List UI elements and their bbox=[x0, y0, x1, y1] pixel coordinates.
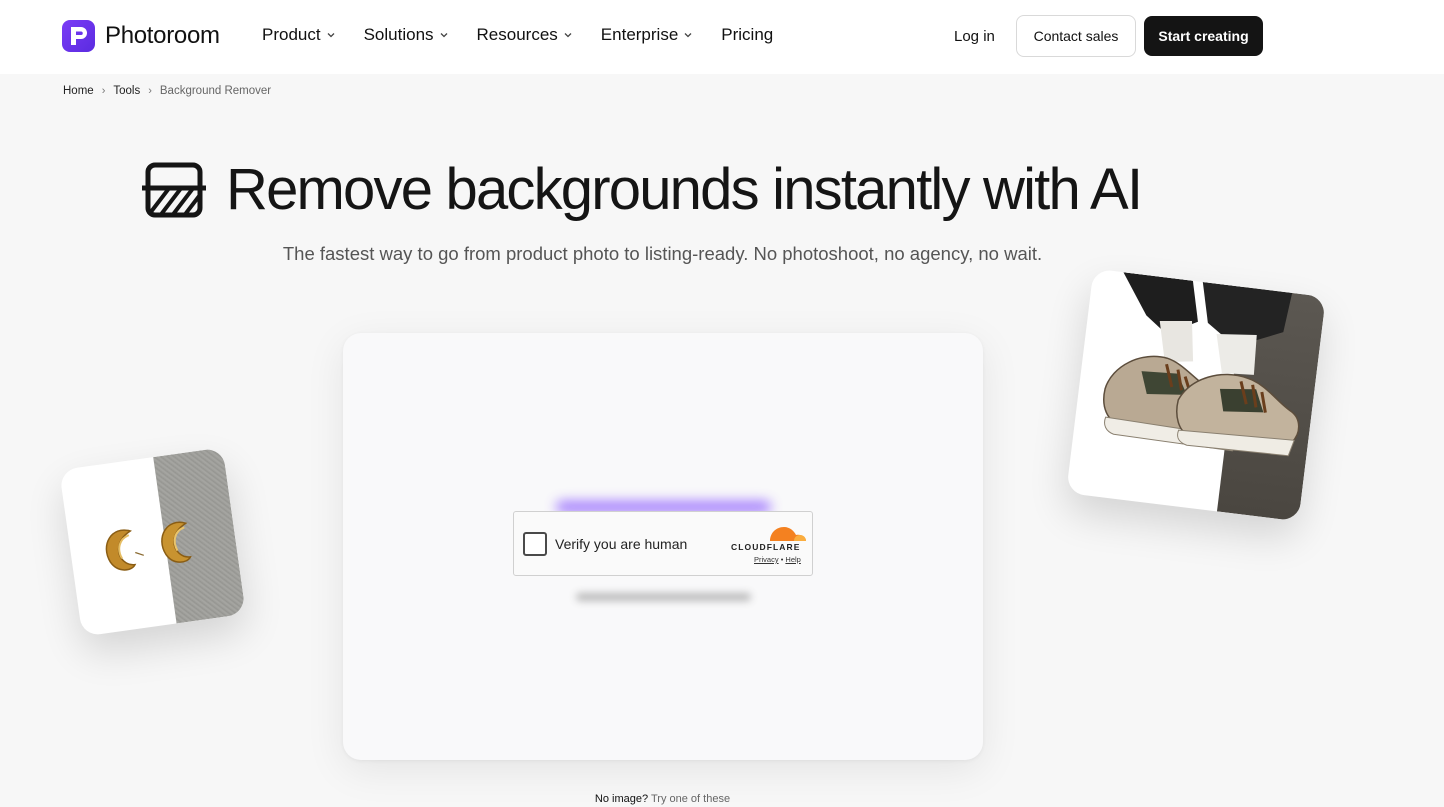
captcha-links: Privacy • Help bbox=[754, 555, 801, 564]
sneakers-image bbox=[1103, 272, 1300, 457]
chevron-right-icon: › bbox=[148, 85, 152, 97]
page-subtitle: The fastest way to go from product photo… bbox=[282, 243, 1043, 264]
privacy-link[interactable]: Privacy bbox=[754, 555, 779, 564]
photoroom-logo-icon bbox=[62, 20, 95, 52]
chevron-right-icon: › bbox=[101, 85, 106, 97]
menu-item-label: Pricing bbox=[721, 25, 774, 44]
chevron-down-icon bbox=[327, 33, 335, 38]
breadcrumb-tools[interactable]: Tools bbox=[113, 85, 140, 97]
sample-earrings-card[interactable] bbox=[59, 447, 246, 637]
start-creating-button[interactable]: Start creating bbox=[1144, 16, 1263, 56]
breadcrumb-home[interactable]: Home bbox=[63, 85, 94, 97]
top-navbar: Photoroom Product Solutions Resources En… bbox=[0, 0, 1444, 74]
breadcrumb-current: Background Remover bbox=[159, 85, 272, 97]
no-image-label: No image? bbox=[594, 793, 649, 805]
hero-heading: Remove backgrounds instantly with AI bbox=[140, 156, 1143, 223]
chevron-down-icon bbox=[564, 33, 572, 38]
chevron-down-icon bbox=[440, 33, 447, 38]
earrings-image bbox=[105, 521, 192, 571]
contact-sales-button[interactable]: Contact sales bbox=[1016, 15, 1136, 57]
drop-hint-text bbox=[576, 593, 751, 601]
menu-item-label: Resources bbox=[476, 25, 558, 44]
background-remover-icon bbox=[142, 162, 206, 217]
main-menu: Product Solutions Resources Enterprise P… bbox=[262, 25, 801, 45]
help-link[interactable]: Help bbox=[785, 555, 800, 564]
sample-sneakers-card[interactable] bbox=[1066, 268, 1326, 522]
login-link[interactable]: Log in bbox=[954, 28, 995, 45]
link-separator: • bbox=[780, 555, 784, 564]
menu-item-label: Solutions bbox=[363, 25, 434, 44]
brand-logo[interactable]: Photoroom bbox=[62, 20, 220, 52]
sample-images-prompt: No image? Try one of these bbox=[0, 793, 1325, 805]
chevron-down-icon bbox=[684, 33, 692, 38]
try-samples-label: Try one of these bbox=[650, 793, 731, 805]
menu-item-pricing[interactable]: Pricing bbox=[721, 25, 773, 45]
menu-item-resources[interactable]: Resources bbox=[477, 25, 573, 45]
menu-item-solutions[interactable]: Solutions bbox=[364, 25, 449, 45]
cloudflare-captcha-widget: Verify you are human CLOUDFLARE Privacy … bbox=[513, 511, 813, 576]
menu-item-label: Product bbox=[262, 25, 321, 44]
menu-item-product[interactable]: Product bbox=[262, 25, 336, 45]
verify-label: Verify you are human bbox=[555, 536, 688, 552]
brand-name: Photoroom bbox=[105, 22, 220, 49]
breadcrumb: Home › Tools › Background Remover bbox=[63, 85, 271, 97]
menu-item-label: Enterprise bbox=[600, 25, 679, 44]
verify-checkbox[interactable] bbox=[523, 532, 547, 556]
cloudflare-wordmark: CLOUDFLARE bbox=[731, 542, 801, 552]
page-title: Remove backgrounds instantly with AI bbox=[226, 157, 1143, 222]
menu-item-enterprise[interactable]: Enterprise bbox=[601, 25, 693, 45]
cloudflare-cloud-icon bbox=[770, 527, 806, 541]
